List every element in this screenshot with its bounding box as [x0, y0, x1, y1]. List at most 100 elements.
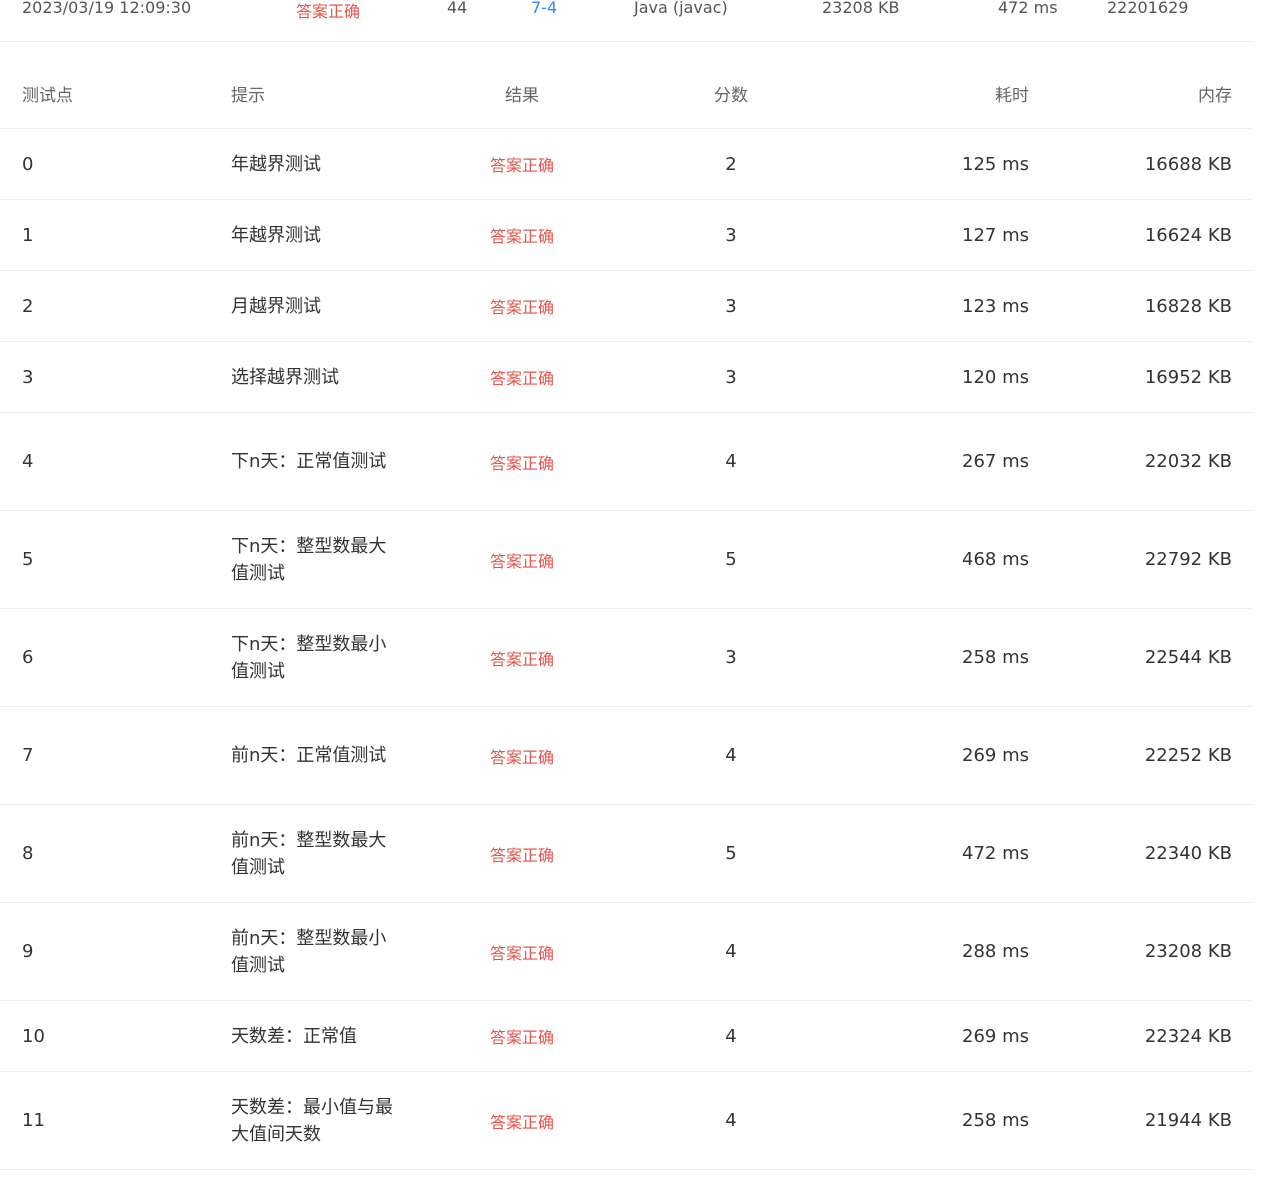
submission-duration: 472 ms	[998, 0, 1058, 17]
compiler: Java (javac)	[634, 0, 728, 17]
cell-id: 3	[0, 341, 231, 413]
cell-hint: 月越界测试	[231, 270, 409, 342]
cell-hint: 下n天：整型数最大值测试	[231, 510, 409, 609]
cell-memory: 21944 KB	[1029, 1071, 1253, 1170]
cell-id: 7	[0, 706, 231, 805]
cell-id: 10	[0, 1000, 231, 1072]
cell-time: 472 ms	[827, 804, 1029, 903]
table-row: 7 前n天：正常值测试 答案正确 4 269 ms 22252 KB	[0, 706, 1253, 805]
cell-memory: 16688 KB	[1029, 128, 1253, 200]
cell-result: 答案正确	[409, 270, 635, 342]
cell-hint: 下n天：整型数最小值测试	[231, 608, 409, 707]
cell-id: 6	[0, 608, 231, 707]
cell-result: 答案正确	[409, 510, 635, 609]
cell-result: 答案正确	[409, 902, 635, 1001]
cell-id: 5	[0, 510, 231, 609]
table-row: 10 天数差：正常值 答案正确 4 269 ms 22324 KB	[0, 1000, 1253, 1072]
cell-time: 127 ms	[827, 199, 1029, 271]
table-row: 6 下n天：整型数最小值测试 答案正确 3 258 ms 22544 KB	[0, 608, 1253, 707]
table-row: 9 前n天：整型数最小值测试 答案正确 4 288 ms 23208 KB	[0, 902, 1253, 1001]
cell-id: 1	[0, 199, 231, 271]
cell-score: 5	[635, 510, 827, 609]
submit-time: 2023/03/19 12:09:30	[22, 0, 192, 17]
table-row: 4 下n天：正常值测试 答案正确 4 267 ms 22032 KB	[0, 412, 1253, 511]
cell-time: 258 ms	[827, 608, 1029, 707]
cell-memory: 16624 KB	[1029, 199, 1253, 271]
cell-id: 2	[0, 270, 231, 342]
cell-score: 4	[635, 902, 827, 1001]
cell-time: 123 ms	[827, 270, 1029, 342]
header-time: 耗时	[827, 58, 1029, 129]
cell-hint: 天数差：正常值	[231, 1000, 409, 1072]
cell-result: 答案正确	[409, 199, 635, 271]
cell-id: 9	[0, 902, 231, 1001]
table-header-row: 测试点 提示 结果 分数 耗时 内存	[0, 58, 1253, 129]
cell-memory: 22252 KB	[1029, 706, 1253, 805]
cell-time: 288 ms	[827, 902, 1029, 1001]
cell-result: 答案正确	[409, 412, 635, 511]
table-row: 2 月越界测试 答案正确 3 123 ms 16828 KB	[0, 270, 1253, 342]
submission-summary-row: 2023/03/19 12:09:30 答案正确 44 7-4 Java (ja…	[0, 0, 1253, 42]
cell-score: 5	[635, 804, 827, 903]
header-score: 分数	[635, 58, 827, 129]
cell-id: 4	[0, 412, 231, 511]
cell-time: 258 ms	[827, 1071, 1029, 1170]
test-case-table: 测试点 提示 结果 分数 耗时 内存 0 年越界测试 答案正确 2 125 ms…	[0, 58, 1253, 1170]
cell-time: 269 ms	[827, 1000, 1029, 1072]
cell-memory: 22544 KB	[1029, 608, 1253, 707]
submission-status: 答案正确	[296, 2, 361, 21]
cell-score: 4	[635, 412, 827, 511]
cell-memory: 23208 KB	[1029, 902, 1253, 1001]
table-row: 11 天数差：最小值与最大值间天数 答案正确 4 258 ms 21944 KB	[0, 1071, 1253, 1170]
header-test-point: 测试点	[0, 58, 231, 129]
table-row: 0 年越界测试 答案正确 2 125 ms 16688 KB	[0, 128, 1253, 200]
cell-result: 答案正确	[409, 128, 635, 200]
header-result: 结果	[409, 58, 635, 129]
cell-score: 3	[635, 199, 827, 271]
submission-score: 44	[447, 0, 468, 17]
header-memory: 内存	[1029, 58, 1253, 129]
table-row: 1 年越界测试 答案正确 3 127 ms 16624 KB	[0, 199, 1253, 271]
cell-time: 269 ms	[827, 706, 1029, 805]
cell-time: 120 ms	[827, 341, 1029, 413]
cell-result: 答案正确	[409, 341, 635, 413]
cell-result: 答案正确	[409, 706, 635, 805]
cell-score: 3	[635, 270, 827, 342]
cell-hint: 年越界测试	[231, 199, 409, 271]
problem-link[interactable]: 7-4	[531, 0, 557, 17]
cell-hint: 下n天：正常值测试	[231, 412, 409, 511]
cell-memory: 16952 KB	[1029, 341, 1253, 413]
cell-score: 4	[635, 706, 827, 805]
cell-memory: 22032 KB	[1029, 412, 1253, 511]
header-hint: 提示	[231, 58, 409, 129]
cell-memory: 22792 KB	[1029, 510, 1253, 609]
user-id: 22201629	[1107, 0, 1189, 17]
cell-score: 2	[635, 128, 827, 200]
cell-memory: 22340 KB	[1029, 804, 1253, 903]
cell-score: 3	[635, 341, 827, 413]
cell-time: 125 ms	[827, 128, 1029, 200]
cell-score: 3	[635, 608, 827, 707]
cell-hint: 选择越界测试	[231, 341, 409, 413]
cell-result: 答案正确	[409, 1071, 635, 1170]
cell-hint: 天数差：最小值与最大值间天数	[231, 1071, 409, 1170]
cell-result: 答案正确	[409, 608, 635, 707]
table-row: 5 下n天：整型数最大值测试 答案正确 5 468 ms 22792 KB	[0, 510, 1253, 609]
cell-hint: 前n天：整型数最小值测试	[231, 902, 409, 1001]
table-row: 8 前n天：整型数最大值测试 答案正确 5 472 ms 22340 KB	[0, 804, 1253, 903]
cell-hint: 前n天：正常值测试	[231, 706, 409, 805]
cell-time: 267 ms	[827, 412, 1029, 511]
submission-memory: 23208 KB	[822, 0, 900, 17]
table-row: 3 选择越界测试 答案正确 3 120 ms 16952 KB	[0, 341, 1253, 413]
cell-memory: 16828 KB	[1029, 270, 1253, 342]
cell-id: 8	[0, 804, 231, 903]
cell-id: 0	[0, 128, 231, 200]
cell-result: 答案正确	[409, 1000, 635, 1072]
cell-memory: 22324 KB	[1029, 1000, 1253, 1072]
cell-hint: 前n天：整型数最大值测试	[231, 804, 409, 903]
cell-score: 4	[635, 1000, 827, 1072]
cell-hint: 年越界测试	[231, 128, 409, 200]
cell-id: 11	[0, 1071, 231, 1170]
cell-score: 4	[635, 1071, 827, 1170]
cell-result: 答案正确	[409, 804, 635, 903]
